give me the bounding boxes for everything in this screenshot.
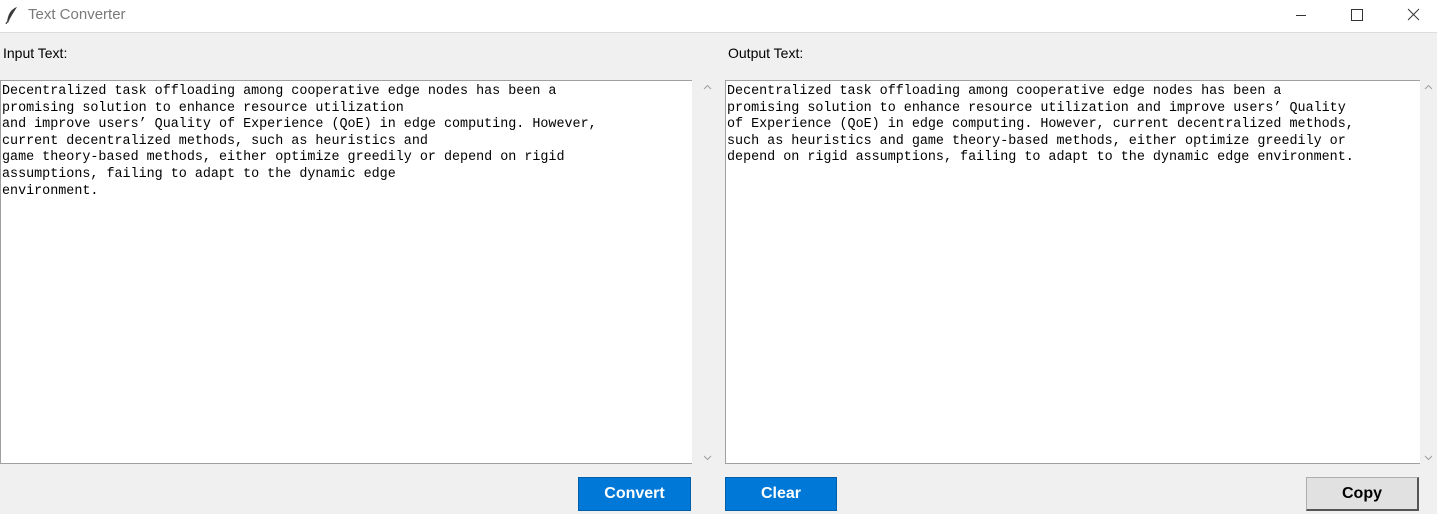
maximize-button[interactable]: [1334, 0, 1380, 32]
scroll-up-icon[interactable]: [703, 83, 712, 92]
title-bar[interactable]: Text Converter: [0, 0, 1437, 33]
output-text-area[interactable]: Decentralized task offloading among coop…: [725, 80, 1420, 464]
output-line: Decentralized task offloading among coop…: [727, 84, 1282, 99]
scroll-down-icon[interactable]: [1424, 453, 1433, 462]
output-line: promising solution to enhance resource u…: [727, 100, 1346, 116]
input-line: promising solution to enhance resource u…: [2, 100, 404, 116]
output-scrollbar[interactable]: [1420, 80, 1437, 464]
window-title: Text Converter: [28, 6, 126, 23]
input-line: game theory-based methods, either optimi…: [2, 150, 565, 166]
input-line: current decentralized methods, such as h…: [2, 133, 428, 149]
feather-icon: [5, 7, 17, 24]
output-line: of Experience (QoE) in edge computing. H…: [727, 117, 1354, 133]
scroll-up-icon[interactable]: [1424, 83, 1433, 92]
input-line: and improve users’ Quality of Experience…: [2, 117, 597, 133]
app-window: Text Converter Input Text: Output Text: …: [0, 0, 1437, 514]
input-scrollbar[interactable]: [699, 80, 716, 464]
output-line: depend on rigid assumptions, failing to …: [727, 150, 1354, 166]
input-text-label: Input Text:: [3, 45, 68, 61]
input-line: Decentralized task offloading among coop…: [2, 84, 557, 99]
output-text-label: Output Text:: [728, 45, 804, 61]
close-button[interactable]: [1390, 0, 1436, 32]
scroll-down-icon[interactable]: [703, 453, 712, 462]
output-line: such as heuristics and game theory-based…: [727, 133, 1346, 149]
minimize-button[interactable]: [1278, 0, 1324, 32]
input-text-area[interactable]: Decentralized task offloading among coop…: [0, 80, 692, 464]
copy-button[interactable]: Copy: [1306, 477, 1419, 511]
convert-button[interactable]: Convert: [578, 477, 691, 511]
input-line: environment.: [2, 183, 99, 199]
clear-button[interactable]: Clear: [725, 477, 837, 511]
input-line: assumptions, failing to adapt to the dyn…: [2, 166, 396, 182]
